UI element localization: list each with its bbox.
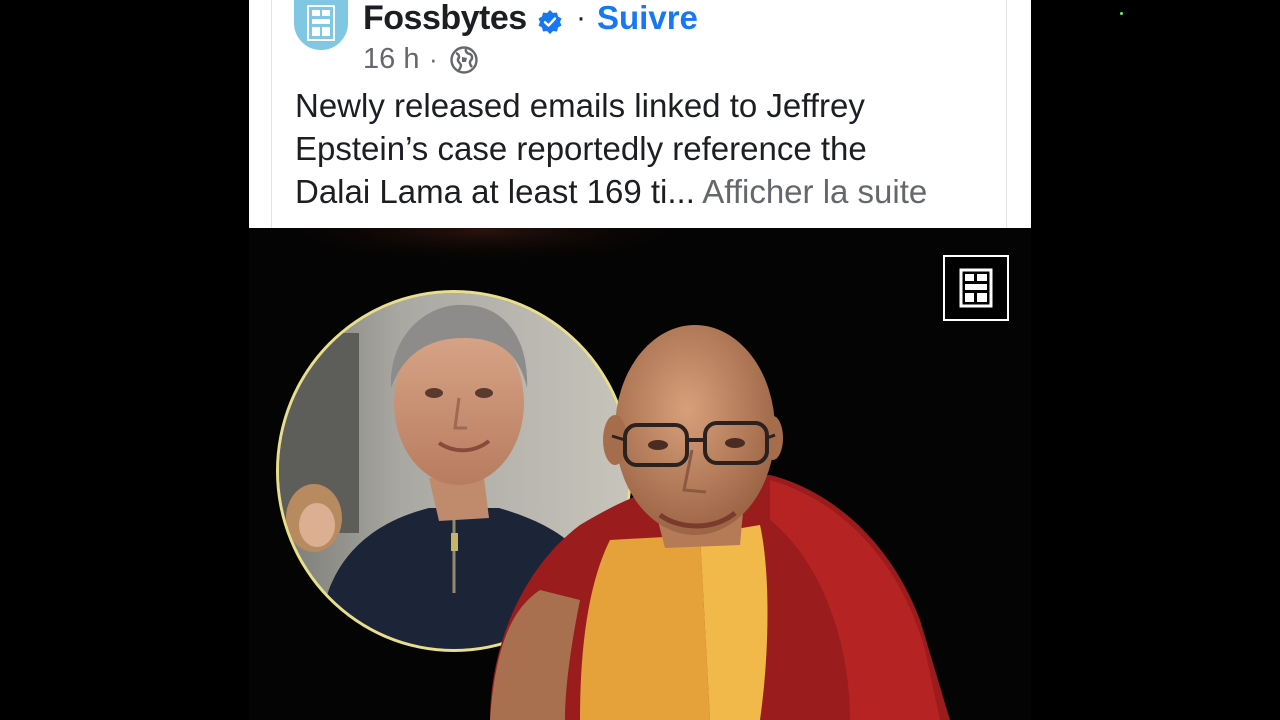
see-more-link[interactable]: Afficher la suite	[702, 173, 927, 210]
post-text-line: Dalai Lama at least 169 ti... Afficher l…	[295, 170, 995, 213]
post-text-line: Epstein’s case reportedly reference the	[295, 130, 867, 167]
follow-button[interactable]: Suivre	[597, 0, 698, 40]
corner-pixel-artifact	[1120, 12, 1123, 15]
post-text-truncated: Dalai Lama at least 169 ti...	[295, 173, 695, 210]
monk-portrait-illustration	[490, 325, 950, 720]
post-timestamp[interactable]: 16 h	[363, 40, 419, 78]
verified-badge-icon	[538, 10, 562, 34]
page-name[interactable]: Fossbytes	[363, 0, 527, 40]
globe-icon	[450, 46, 478, 74]
timestamp-separator: ·	[429, 44, 438, 74]
post-text: Newly released emails linked to Jeffrey …	[295, 84, 995, 213]
main-portrait-photo	[470, 320, 960, 720]
fossbytes-logo-icon	[307, 5, 335, 41]
fossbytes-watermark-logo	[943, 255, 1009, 321]
video-frame: Fossbytes · Suivre 16 h · Newly released…	[0, 0, 1280, 720]
fossbytes-logo-icon	[959, 268, 993, 308]
post-text-line: Newly released emails linked to Jeffrey	[295, 87, 865, 124]
header-separator: ·	[576, 1, 586, 34]
facebook-post-card: Fossbytes · Suivre 16 h · Newly released…	[249, 0, 1031, 228]
